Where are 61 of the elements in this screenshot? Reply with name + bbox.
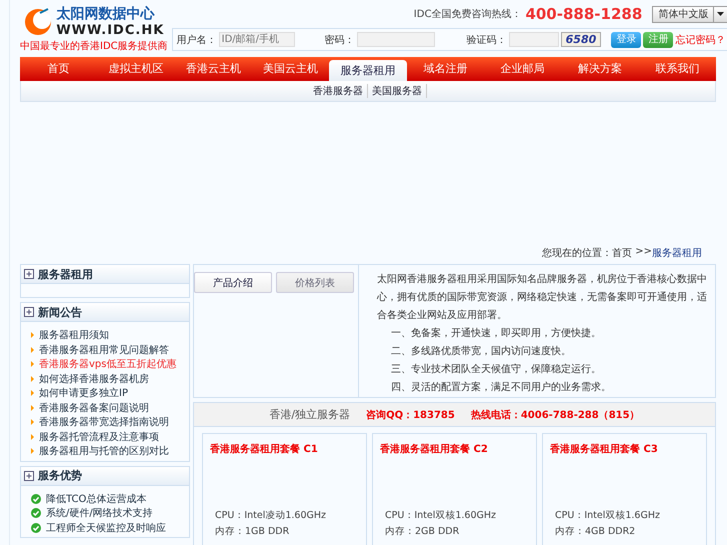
nav-tab[interactable]: 首页 <box>20 57 98 81</box>
sidebar-link[interactable]: 降低TCO总体运营成本 <box>31 492 189 506</box>
sidebar-link[interactable]: 服务器租用与托管的区别对比 <box>31 444 189 458</box>
nav-tab[interactable]: 联系我们 <box>638 57 716 81</box>
language-select[interactable]: 简体中文版 <box>652 6 727 22</box>
captcha-image: 6580 <box>560 32 602 47</box>
sidebar-link[interactable]: 服务器托管流程及注意事项 <box>31 430 189 444</box>
product-spec: CPU：Intel凌动1.60GHz <box>214 509 327 523</box>
breadcrumb-link[interactable]: 首页 <box>612 246 632 264</box>
product-spec: 内存：4GB DDR2 <box>554 525 636 539</box>
subnav-link[interactable]: 香港服务器 <box>309 84 368 98</box>
panel-title: 服务器租用 <box>38 266 93 282</box>
product-spec: CPU：Intel双核1.60GHz <box>384 509 497 523</box>
phone-contact: 热线电话：4006-788-288（815） <box>470 408 640 422</box>
nav-tab[interactable]: 香港云主机 <box>174 57 252 81</box>
product-spec: 内存：1GB DDR <box>214 525 290 539</box>
hotline-label: IDC全国免费咨询热线： <box>414 8 522 21</box>
sidebar-link[interactable]: 香港服务器vps低至五折起优惠 <box>31 357 189 372</box>
sidebar-link[interactable]: 香港服务器租用常见问题解答 <box>31 342 189 357</box>
hotline-number: 400-888-1288 <box>525 5 642 23</box>
slogan: 中国最专业的香港IDC服务提供商 <box>20 40 168 53</box>
password-label: 密码： <box>324 34 355 46</box>
product-spec: CPU：Intel双核1.6GHz <box>554 509 661 523</box>
sidebar-link[interactable]: 如何申请更多独立IP <box>31 386 189 400</box>
tab[interactable]: 价格列表 <box>276 272 354 293</box>
breadcrumb-separator: >> <box>635 246 652 259</box>
nav-tab[interactable]: 虚拟主机区 <box>97 57 175 81</box>
sidebar-link[interactable]: 香港服务器带宽选择指南说明 <box>31 415 189 430</box>
product-name: 香港服务器租用套餐 C2 <box>380 442 489 456</box>
qq-contact: 咨询QQ：183785 <box>366 408 455 422</box>
nav-tab[interactable]: 企业邮局 <box>484 57 562 81</box>
subnav-link[interactable]: 美国服务器 <box>368 84 427 98</box>
logo-text: 太阳网数据中心 <box>56 5 156 23</box>
sidebar-link[interactable]: 如何选择香港服务器机房 <box>31 372 189 386</box>
intro-point: 三、专业技术团队全天候值守，保障稳定运行。 <box>390 362 602 377</box>
logo-url: WWW.IDC.HK <box>56 23 164 38</box>
nav-tab[interactable]: 服务器租用 <box>329 60 407 81</box>
nav-tab[interactable]: 域名注册 <box>406 57 484 81</box>
product-name: 香港服务器租用套餐 C1 <box>210 442 319 456</box>
panel-title: 新闻公告 <box>38 304 82 320</box>
nav-tab[interactable]: 解决方案 <box>561 57 639 81</box>
product-spec: 内存：2GB DDR <box>384 525 460 539</box>
nav-tab[interactable]: 美国云主机 <box>252 57 330 81</box>
panel-title: 服务优势 <box>38 468 82 483</box>
sidebar-link[interactable]: 系统/硬件/网络技术支持 <box>31 506 189 520</box>
intro-point: 四、灵活的配置方案，满足不同用户的业务需求。 <box>390 380 612 395</box>
product-name: 香港服务器租用套餐 C3 <box>550 442 659 456</box>
sidebar-link[interactable]: 工程师全天候监控及时响应 <box>31 520 189 535</box>
username-label: 用户名： <box>176 34 217 46</box>
captcha-label: 验证码： <box>466 34 507 46</box>
products-title: 香港/独立服务器 <box>269 407 350 422</box>
breadcrumb-prefix: 您现在的位置： <box>542 246 612 261</box>
intro-paragraph: 太阳网香港服务器租用采用国际知名品牌服务器，机房位于香港核心数据中心，拥有优质的国际带宽资源，网络稳定快速，无需备案即可开通使用，适合各类企业网站及应用部署。 <box>377 272 708 323</box>
username-field[interactable]: ID/邮箱/手机 <box>218 32 295 47</box>
forgot-password-link[interactable]: 忘记密码？ <box>675 32 726 46</box>
intro-point: 二、多线路优质带宽，国内访问速度快。 <box>390 344 572 359</box>
sidebar-link[interactable]: 服务器租用须知 <box>31 328 189 342</box>
breadcrumb-link[interactable]: 服务器租用 <box>652 246 702 264</box>
tab[interactable]: 产品介绍 <box>194 272 272 293</box>
sidebar-link[interactable]: 香港服务器备案问题说明 <box>31 400 189 415</box>
intro-point: 一、免备案，开通快速，即买即用，方便快捷。 <box>390 326 602 341</box>
